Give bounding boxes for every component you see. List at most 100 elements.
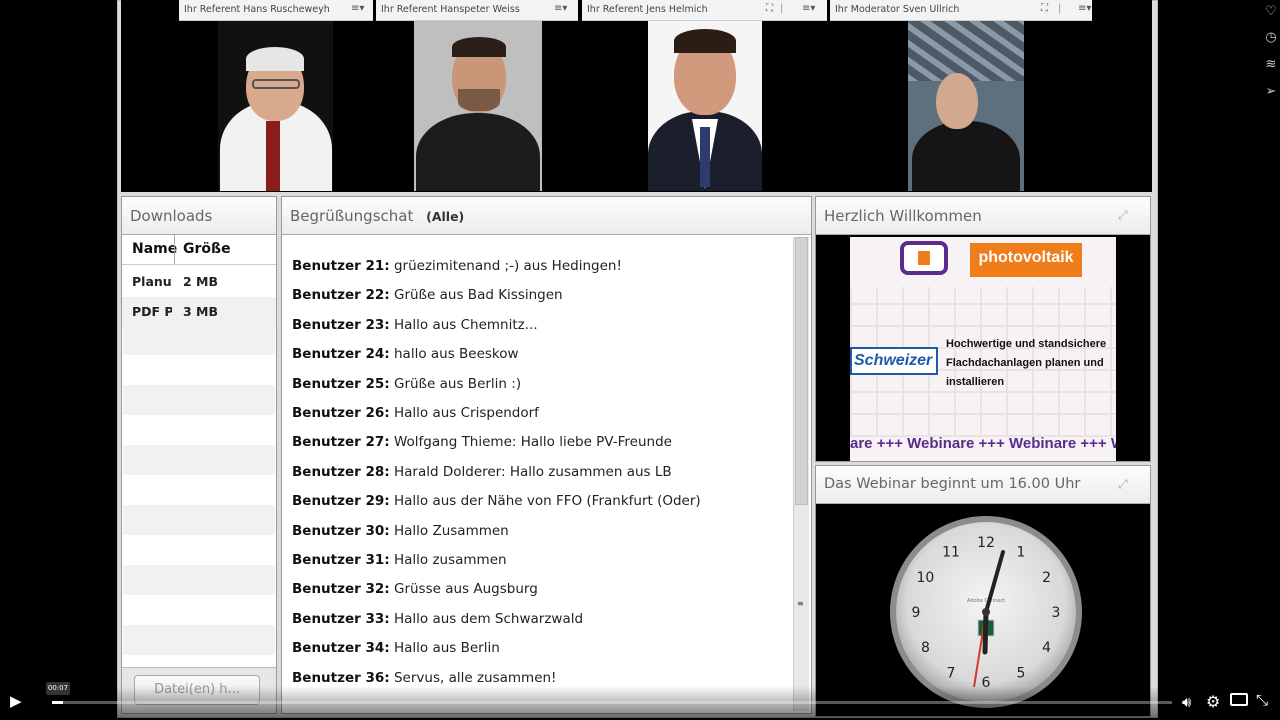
clock-title: Das Webinar beginnt um 16.00 Uhr — [816, 466, 1150, 504]
chat-username: Benutzer 28: — [292, 463, 390, 480]
welcome-pod: Herzlich Willkommen ⤢ photovoltaik Schwe… — [815, 196, 1151, 462]
progress-track[interactable] — [52, 701, 1172, 704]
webcam-photo — [414, 21, 542, 191]
welcome-title: Herzlich Willkommen — [816, 197, 1150, 235]
file-size: 2 MB — [183, 274, 219, 289]
schweizer-logo: Schweizer — [850, 347, 938, 375]
chat-scroll-thumb[interactable] — [795, 237, 808, 505]
chat-username: Benutzer 27: — [292, 434, 390, 451]
webinar-ticker: are +++ Webinare +++ Webinare +++ W — [850, 435, 1116, 452]
webcam-title: Ihr Referent Hans Ruscheweyh — [179, 0, 373, 21]
chat-scrollbar[interactable]: ≡ — [793, 237, 809, 711]
settings-icon[interactable]: ⚙ — [1206, 692, 1220, 711]
chat-message: Benutzer 27: Wolfgang Thieme: Hallo lieb… — [292, 434, 672, 450]
play-icon[interactable]: ▶ — [10, 692, 22, 710]
progress-fill — [52, 701, 64, 704]
chat-text: grüezimitenand ;-) aus Hedingen! — [393, 258, 622, 274]
clock-number: 12 — [977, 535, 995, 551]
clock-number: 11 — [942, 544, 960, 560]
chat-text: Hallo Zusammen — [393, 522, 509, 539]
chat-username: Benutzer 36: — [292, 669, 390, 686]
chat-message: Benutzer 32: Grüsse aus Augsburg — [292, 581, 538, 597]
heart-icon[interactable]: ♡ — [1262, 4, 1280, 22]
webcam-menu-icon[interactable]: ≡▾ — [351, 3, 364, 14]
chat-username: Benutzer 30: — [292, 522, 390, 539]
webcam-sven: Ihr Moderator Sven Ullrich ⛶ | ≡▾ — [830, 0, 1152, 191]
webcam-menu-icon[interactable]: ≡▾ — [1078, 3, 1091, 14]
chat-scope[interactable]: (Alle) — [426, 209, 464, 224]
chat-username: Benutzer 34: — [292, 640, 390, 657]
file-name: PDF P — [132, 304, 172, 319]
timestamp: 00:07 — [46, 682, 70, 695]
webcam-menu-icon[interactable]: ≡▾ — [554, 3, 567, 14]
chat-text: Grüße aus Berlin :) — [393, 375, 522, 392]
clock-number: 9 — [912, 605, 921, 621]
chat-message: Benutzer 24: hallo aus Beeskow — [292, 346, 519, 362]
chat-username: Benutzer 31: — [292, 552, 390, 568]
file-name: Planui — [132, 274, 172, 289]
chat-message: Benutzer 22: Grüße aus Bad Kissingen — [292, 287, 563, 303]
chat-username: Benutzer 23: — [292, 316, 390, 333]
downloads-title: Downloads — [122, 197, 276, 235]
chat-message: Benutzer 25: Grüße aus Berlin :) — [292, 376, 521, 392]
expand-icon[interactable]: ⤢ — [1118, 208, 1138, 226]
send-icon[interactable]: ➢ — [1262, 84, 1280, 102]
webcam-menu-icon[interactable]: ≡▾ — [802, 3, 815, 14]
downloads-pod: Downloads Name Größe Planui 2 MB PDF P 3… — [121, 196, 277, 714]
column-size[interactable]: Größe — [183, 241, 231, 257]
chat-username: Benutzer 26: — [292, 405, 390, 421]
chat-message: Benutzer 28: Harald Dolderer: Hallo zusa… — [292, 464, 672, 480]
downloads-column-header: Name Größe — [122, 235, 276, 265]
chat-message: Benutzer 31: Hallo zusammen — [292, 552, 507, 568]
layers-icon[interactable]: ≋ — [1262, 57, 1280, 75]
clock-number: 1 — [1017, 544, 1026, 560]
webcam-title: Ihr Moderator Sven Ullrich — [830, 0, 1092, 21]
chat-text: Grüsse aus Augsburg — [393, 581, 538, 598]
logo-icon — [900, 241, 948, 275]
webcam-hanspeter: Ihr Referent Hanspeter Weiss ≡▾ — [376, 0, 578, 191]
column-name[interactable]: Name — [132, 241, 177, 257]
chat-text: Wolfgang Thieme: Hallo liebe PV-Freunde — [393, 434, 672, 451]
fullscreen-icon[interactable]: ⛶ — [766, 3, 773, 14]
pip-icon[interactable] — [1230, 693, 1248, 706]
chat-text: Grüße aus Bad Kissingen — [393, 287, 563, 304]
clock-number: 3 — [1052, 605, 1061, 621]
clock-number: 7 — [947, 666, 956, 682]
fullscreen-icon[interactable]: ⛶ — [1041, 3, 1048, 14]
clock-brand: Adobe Connect — [967, 598, 1005, 604]
clock-number: 5 — [1017, 666, 1026, 682]
analog-clock: 121234567891011 Adobe Connect — [890, 516, 1082, 708]
chat-username: Benutzer 33: — [292, 610, 390, 627]
download-row[interactable]: PDF P 3 MB — [122, 297, 276, 327]
webcam-row: Ihr Referent Hans Ruscheweyh ≡▾ Ihr Refe… — [121, 0, 1152, 192]
webcam-title: Ihr Referent Jens Helmich — [582, 0, 827, 21]
expand-icon[interactable]: ⤢ — [1118, 477, 1138, 495]
chat-username: Benutzer 32: — [292, 581, 390, 598]
webcam-photo — [648, 21, 762, 191]
chat-message: Benutzer 33: Hallo aus dem Schwarzwald — [292, 611, 583, 627]
chat-message: Benutzer 21: grüezimitenand ;-) aus Hedi… — [292, 258, 622, 274]
volume-icon[interactable]: 🔊︎ — [1182, 693, 1191, 711]
download-row[interactable]: Planui 2 MB — [122, 267, 276, 297]
chat-username: Benutzer 22: — [292, 287, 390, 304]
chat-message: Benutzer 36: Servus, alle zusammen! — [292, 670, 556, 686]
chat-text: Harald Dolderer: Hallo zusammen aus LB — [393, 463, 672, 480]
welcome-headline: Hochwertige und standsichere Flachdachan… — [946, 338, 1107, 388]
clock-pod: Das Webinar beginnt um 16.00 Uhr ⤢ 12 1 2 3… — [815, 465, 1151, 717]
file-size: 3 MB — [183, 304, 219, 319]
clock-number: 2 — [1042, 570, 1051, 586]
clock-icon[interactable]: ◷ — [1262, 30, 1280, 48]
welcome-banner: photovoltaik Schweizer Hochwertige und s… — [850, 237, 1116, 461]
chat-username: Benutzer 25: — [292, 375, 390, 392]
chat-message: Benutzer 23: Hallo aus Chemnitz... — [292, 317, 538, 333]
chat-text: Servus, alle zusammen! — [393, 669, 557, 686]
chat-message: Benutzer 26: Hallo aus Crispendorf — [292, 405, 539, 421]
chat-text: Hallo aus dem Schwarzwald — [393, 610, 584, 627]
fullscreen-icon[interactable]: ⤡ — [1256, 691, 1268, 709]
chat-text: Hallo aus Chemnitz... — [393, 316, 538, 333]
chat-text: hallo aus Beeskow — [393, 346, 519, 363]
photovoltaik-logo: photovoltaik — [970, 243, 1082, 277]
chat-text: Hallo aus Berlin — [393, 640, 500, 657]
webcam-hans: Ihr Referent Hans Ruscheweyh ≡▾ — [121, 0, 373, 191]
webcam-title: Ihr Referent Hanspeter Weiss — [376, 0, 578, 21]
